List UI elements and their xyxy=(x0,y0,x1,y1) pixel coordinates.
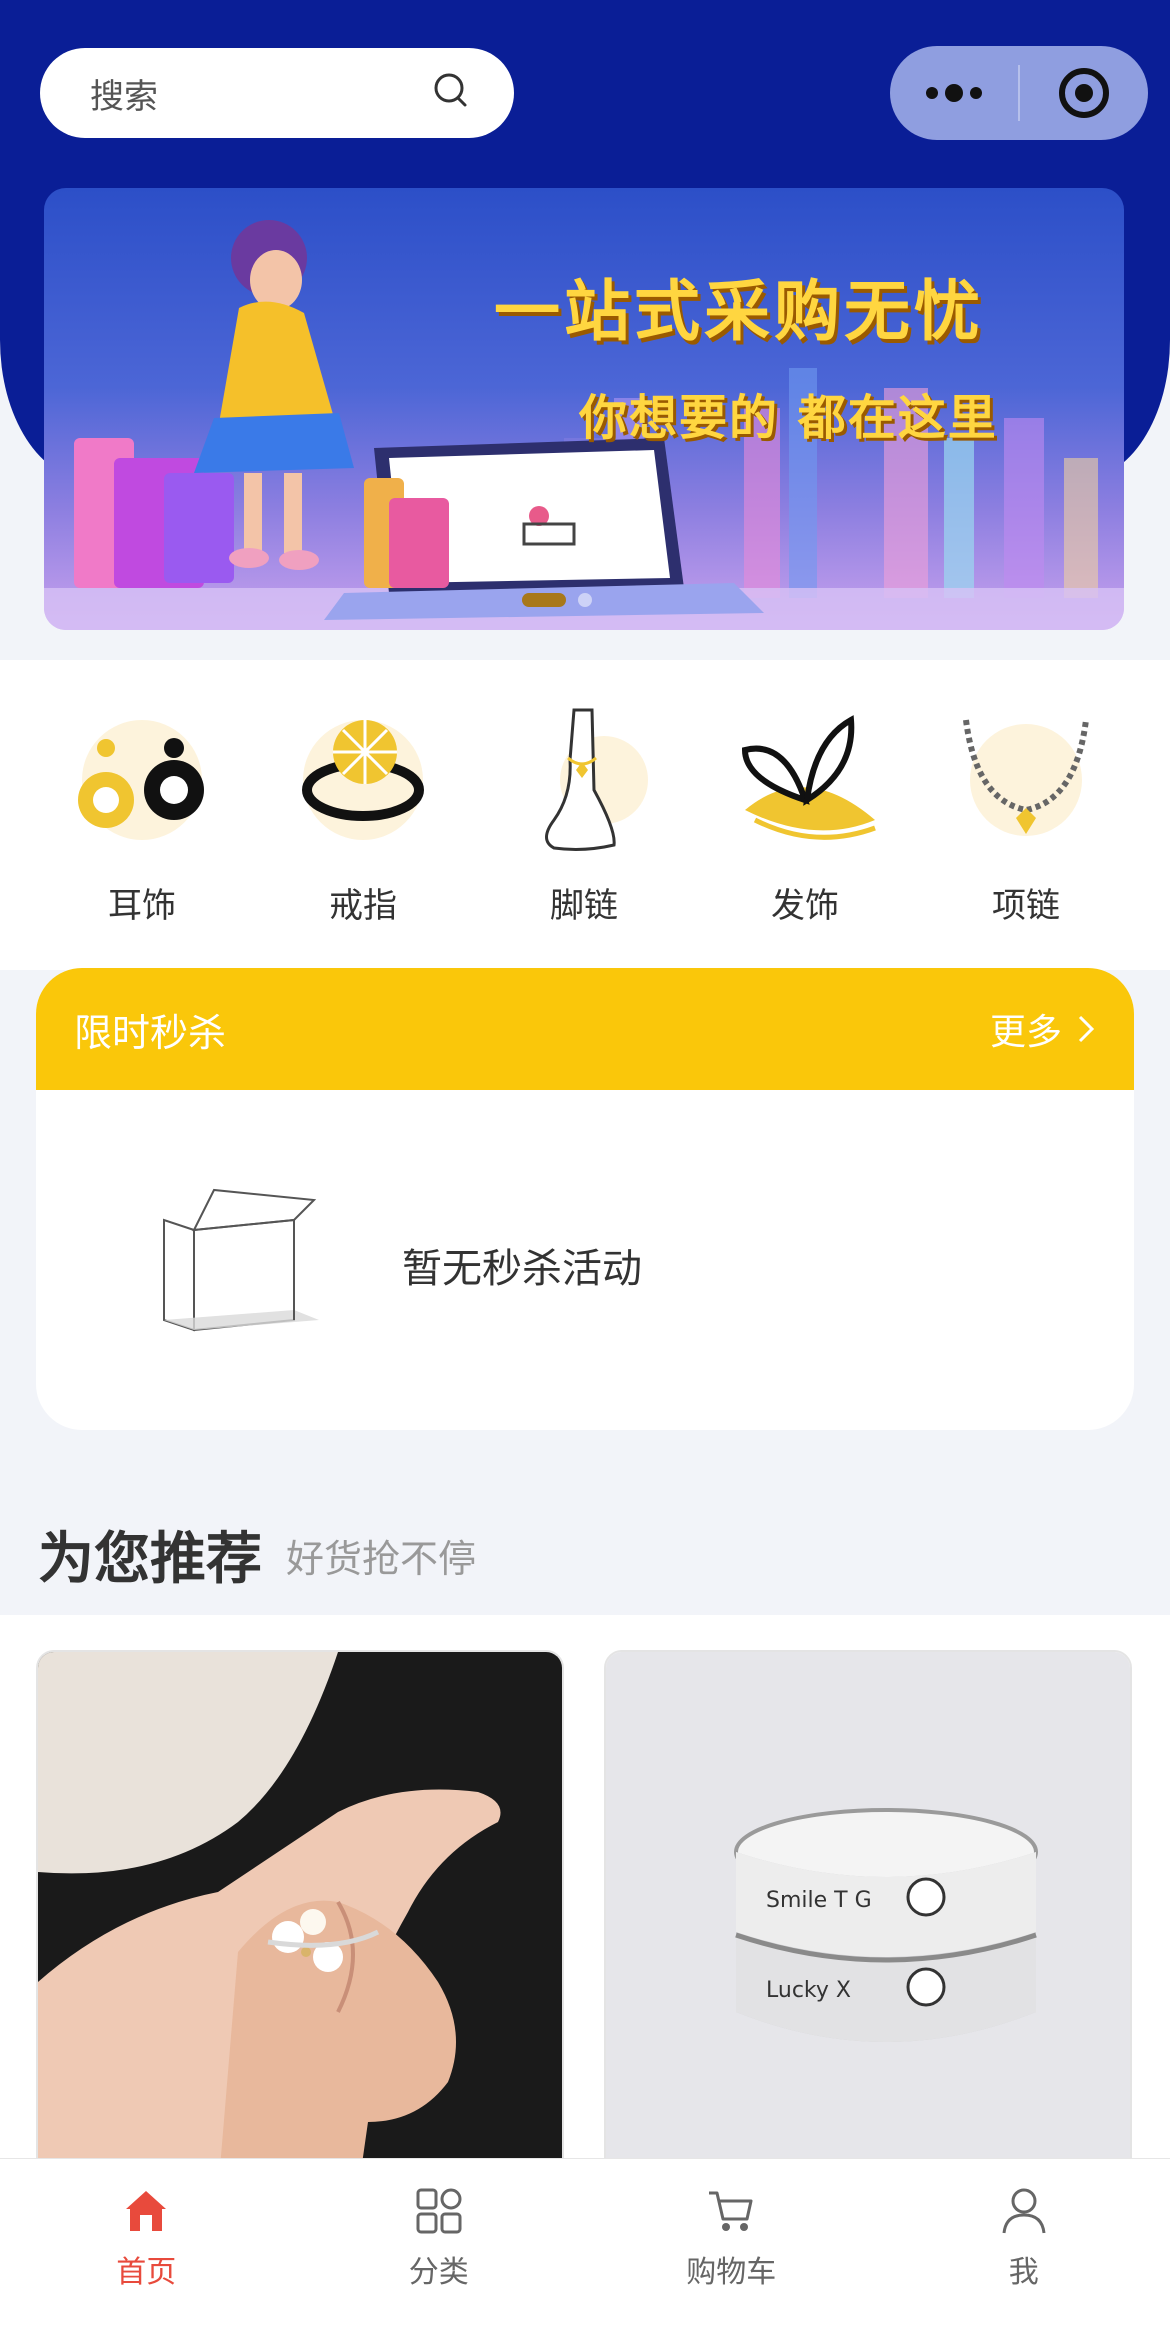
category-label: 戒指 xyxy=(329,878,397,927)
more-options-button[interactable] xyxy=(890,46,1018,140)
necklace-icon xyxy=(946,700,1106,860)
user-icon xyxy=(998,2185,1050,2237)
product-image-silver-ring: Smile T G Lucky X xyxy=(606,1652,1132,2190)
search-input[interactable]: 搜索 xyxy=(90,69,430,118)
flash-sale-title: 限时秒杀 xyxy=(74,1002,226,1057)
miniprogram-capsule xyxy=(890,46,1148,140)
banner-indicator-active[interactable] xyxy=(522,593,566,607)
anklet-icon xyxy=(504,700,664,860)
category-label: 发饰 xyxy=(771,878,839,927)
tab-profile-label: 我 xyxy=(1009,2247,1039,2291)
tab-cart-label: 购物车 xyxy=(686,2247,776,2291)
flash-sale-empty-text: 暂无秒杀活动 xyxy=(402,1236,642,1294)
tab-category[interactable]: 分类 xyxy=(293,2159,586,2336)
flash-sale-header: 限时秒杀 更多 xyxy=(36,968,1134,1090)
banner-subtitle: 你想要的 都在这里 xyxy=(579,378,998,448)
category-label: 脚链 xyxy=(550,878,618,927)
hair-clip-icon xyxy=(725,700,885,860)
ring-icon xyxy=(283,700,443,860)
bottom-tab-bar: 首页 分类 购物车 我 xyxy=(0,2158,1170,2336)
tab-home-label: 首页 xyxy=(116,2247,176,2291)
category-label: 项链 xyxy=(992,878,1060,927)
cart-icon xyxy=(705,2185,757,2237)
empty-box-icon xyxy=(154,1180,324,1350)
banner-title: 一站式采购无忧 xyxy=(494,258,984,354)
earring-icon xyxy=(62,700,222,860)
more-label: 更多 xyxy=(990,1003,1062,1055)
flash-sale-more-link[interactable]: 更多 xyxy=(990,1003,1096,1055)
flash-sale-card: 限时秒杀 更多 暂无秒杀活动 xyxy=(36,968,1134,1430)
recommend-subtitle: 好货抢不停 xyxy=(286,1528,476,1583)
chevron-right-icon xyxy=(1076,1013,1096,1045)
category-item-earrings[interactable]: 耳饰 xyxy=(32,700,252,950)
promo-banner[interactable]: 一站式采购无忧 你想要的 都在这里 xyxy=(44,188,1124,630)
tab-profile[interactable]: 我 xyxy=(878,2159,1170,2336)
category-grid-icon xyxy=(413,2185,465,2237)
search-bar[interactable]: 搜索 xyxy=(40,48,514,138)
recommend-title: 为您推荐 xyxy=(38,1514,262,1595)
product-card[interactable]: Smile T G Lucky X xyxy=(604,1650,1132,2190)
product-grid: Smile T G Lucky X xyxy=(0,1615,1170,2175)
banner-indicator[interactable] xyxy=(578,593,592,607)
category-grid: 耳饰 戒指 脚链 xyxy=(0,660,1170,970)
svg-text:Smile T G: Smile T G xyxy=(766,1888,872,1913)
tab-home[interactable]: 首页 xyxy=(0,2159,293,2336)
category-item-necklaces[interactable]: 项链 xyxy=(916,700,1136,950)
target-close-icon xyxy=(1056,65,1112,121)
tab-cart[interactable]: 购物车 xyxy=(585,2159,878,2336)
product-image-flower-ring xyxy=(38,1652,564,2190)
search-icon[interactable] xyxy=(430,69,474,117)
category-label: 耳饰 xyxy=(108,878,176,927)
tab-category-label: 分类 xyxy=(409,2247,469,2291)
category-item-hair-accessories[interactable]: 发饰 xyxy=(695,700,915,950)
close-miniprogram-button[interactable] xyxy=(1020,46,1148,140)
category-item-anklets[interactable]: 脚链 xyxy=(474,700,694,950)
more-dots-icon xyxy=(922,83,986,103)
category-item-rings[interactable]: 戒指 xyxy=(253,700,473,950)
product-card[interactable] xyxy=(36,1650,564,2190)
svg-text:Lucky X: Lucky X xyxy=(766,1978,851,2003)
home-icon xyxy=(120,2185,172,2237)
recommend-header: 为您推荐 好货抢不停 xyxy=(0,1500,1170,1615)
